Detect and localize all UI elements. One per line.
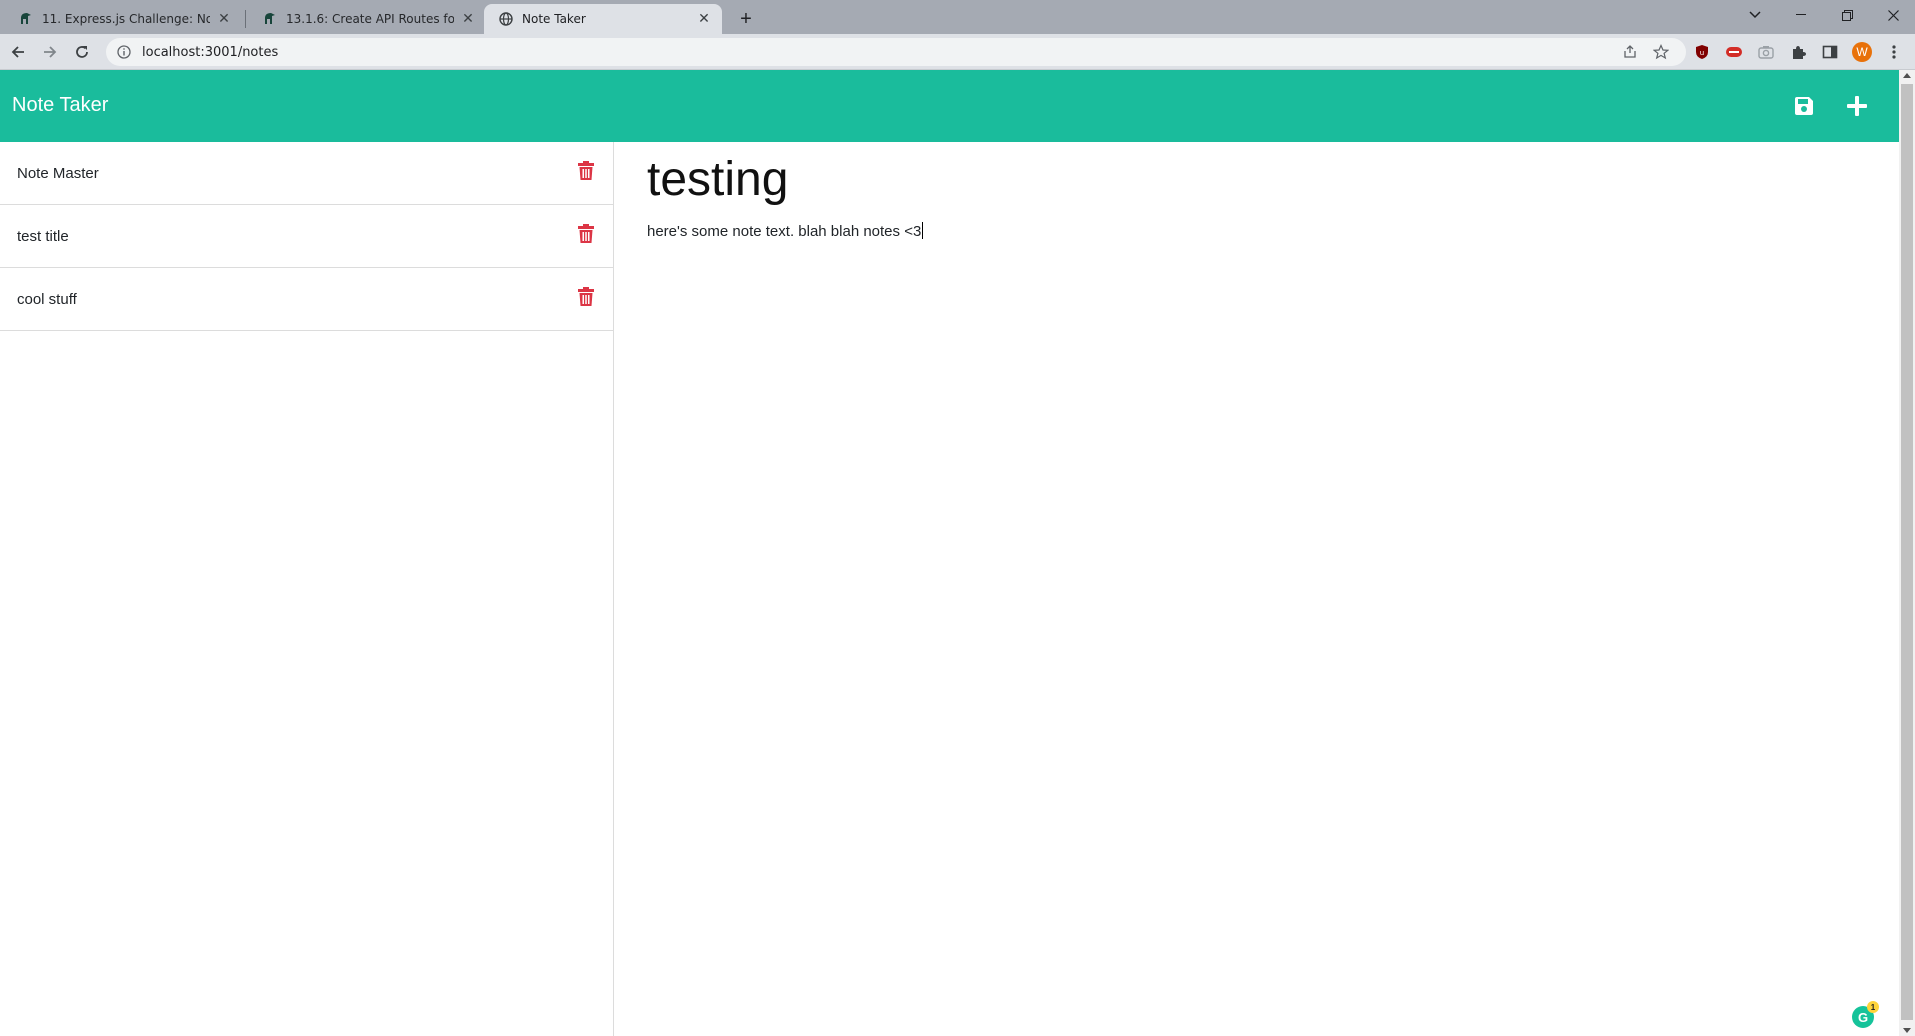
minimize-icon[interactable] — [1778, 0, 1824, 30]
text-caret — [922, 222, 924, 239]
note-textarea[interactable]: here's some note text. blah blah notes <… — [647, 222, 924, 240]
browser-toolbar: localhost:3001/notes u W — [0, 34, 1915, 70]
globe-icon — [498, 11, 514, 27]
browser-menu-icon[interactable] — [1884, 42, 1904, 62]
note-list: Note Master test title cool stuff — [0, 142, 614, 1036]
trash-icon[interactable] — [577, 286, 595, 308]
site-info-icon[interactable] — [116, 44, 132, 60]
close-icon[interactable]: ✕ — [460, 11, 476, 27]
tab-title: 11. Express.js Challenge: Note Ta — [42, 12, 210, 26]
save-note-icon[interactable] — [1790, 92, 1818, 120]
trash-icon[interactable] — [577, 223, 595, 245]
trash-icon[interactable] — [577, 160, 595, 182]
list-item[interactable]: test title — [0, 205, 613, 268]
svg-text:u: u — [1700, 49, 1704, 57]
back-arrow-icon[interactable] — [6, 40, 30, 64]
bookmark-star-icon[interactable] — [1651, 42, 1671, 62]
note-editor: testing here's some note text. blah blah… — [614, 142, 1899, 1036]
tab-title: Note Taker — [522, 12, 586, 26]
forward-arrow-icon[interactable] — [38, 40, 62, 64]
list-item[interactable]: cool stuff — [0, 268, 613, 331]
note-text: here's some note text. blah blah notes <… — [647, 223, 922, 240]
browser-tab[interactable]: 11. Express.js Challenge: Note Ta ✕ — [4, 4, 242, 34]
grammarly-letter: G — [1857, 1009, 1869, 1025]
scroll-up-arrow-icon[interactable] — [1903, 73, 1911, 78]
share-icon[interactable] — [1620, 42, 1640, 62]
tab-title: 13.1.6: Create API Routes for the — [286, 12, 454, 26]
app-title[interactable]: Note Taker — [12, 94, 108, 117]
list-item[interactable]: Note Master — [0, 142, 613, 205]
scrollbar-thumb[interactable] — [1901, 84, 1913, 1020]
browser-tab-strip: 11. Express.js Challenge: Note Ta ✕ 13.1… — [0, 0, 1915, 34]
tab-divider — [245, 10, 246, 28]
spartan-helmet-icon — [18, 11, 34, 27]
window-close-icon[interactable] — [1870, 0, 1915, 30]
profile-initial: W — [1852, 42, 1872, 62]
profile-avatar[interactable]: W — [1852, 42, 1872, 62]
lastpass-icon[interactable] — [1724, 42, 1744, 62]
note-list-title[interactable]: Note Master — [17, 165, 99, 182]
grammarly-badge: 1 — [1867, 1001, 1879, 1013]
scroll-down-arrow-icon[interactable] — [1903, 1028, 1911, 1033]
address-bar[interactable]: localhost:3001/notes — [106, 38, 1686, 66]
ublock-icon[interactable]: u — [1692, 42, 1712, 62]
close-icon[interactable]: ✕ — [696, 11, 712, 27]
restore-icon[interactable] — [1824, 0, 1870, 30]
new-note-plus-icon[interactable] — [1843, 92, 1871, 120]
note-list-title[interactable]: test title — [17, 228, 69, 245]
camera-icon[interactable] — [1756, 42, 1776, 62]
tab-search-icon[interactable] — [1732, 0, 1778, 30]
side-panel-icon[interactable] — [1820, 42, 1840, 62]
app-navbar: Note Taker — [0, 70, 1899, 142]
new-tab-button[interactable]: + — [733, 6, 759, 32]
reload-icon[interactable] — [70, 40, 94, 64]
page-scrollbar[interactable] — [1899, 70, 1915, 1036]
spartan-helmet-icon — [262, 11, 278, 27]
url-text: localhost:3001/notes — [142, 44, 279, 60]
close-icon[interactable]: ✕ — [216, 11, 232, 27]
note-list-title[interactable]: cool stuff — [17, 291, 77, 308]
browser-tab[interactable]: 13.1.6: Create API Routes for the ✕ — [248, 4, 486, 34]
note-title-input[interactable]: testing — [647, 152, 788, 207]
extensions-puzzle-icon[interactable] — [1788, 42, 1808, 62]
browser-tab-active[interactable]: Note Taker ✕ — [484, 4, 722, 34]
grammarly-icon[interactable]: G 1 — [1852, 1001, 1879, 1028]
